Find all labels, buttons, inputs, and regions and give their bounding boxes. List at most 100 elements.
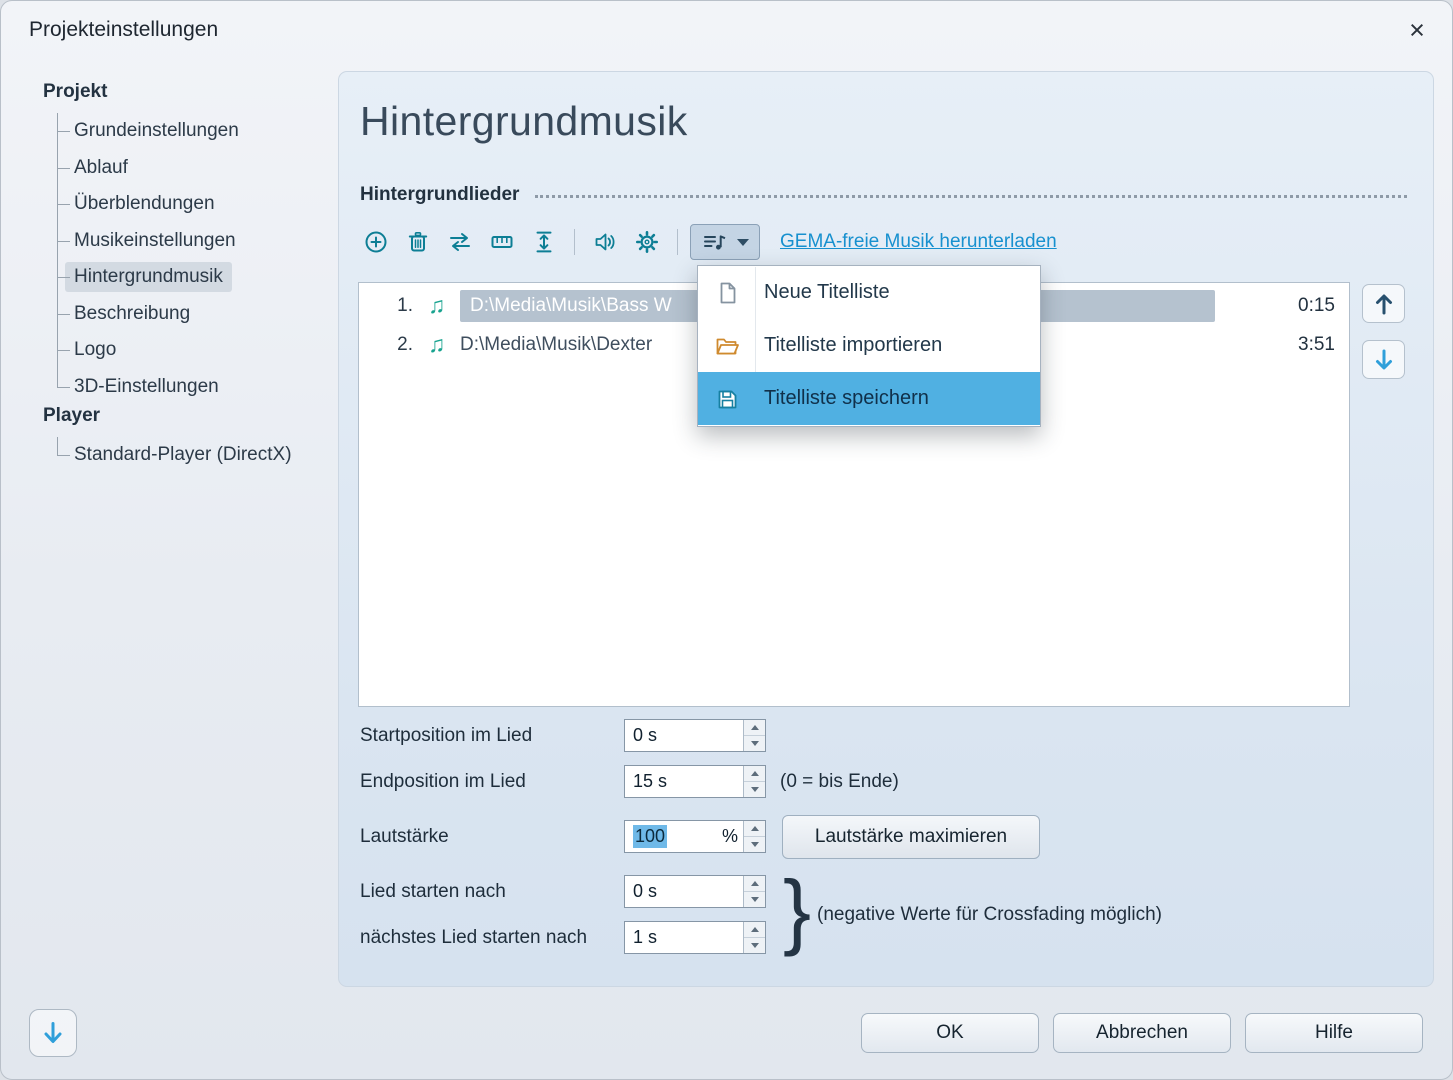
music-note-icon: ♫ xyxy=(428,331,454,358)
close-icon[interactable]: × xyxy=(1400,13,1434,47)
spinner-arrows[interactable] xyxy=(743,876,765,907)
fit-height-button[interactable] xyxy=(526,224,562,260)
spinner-value: 0 s xyxy=(625,876,743,907)
cancel-button[interactable]: Abbrechen xyxy=(1053,1013,1231,1053)
titellist-icon xyxy=(701,229,728,255)
spinner-value: 15 s xyxy=(625,766,743,797)
spin-down-icon[interactable] xyxy=(744,937,765,953)
spin-up-icon[interactable] xyxy=(744,821,765,836)
playlist-toolbar: GEMA-freie Musik herunterladen xyxy=(358,222,1057,262)
selected-value: 100 xyxy=(633,825,667,848)
spin-up-icon[interactable] xyxy=(744,922,765,937)
nav-down-button[interactable] xyxy=(29,1009,77,1057)
song-duration: 3:51 xyxy=(1279,334,1335,356)
help-button[interactable]: Hilfe xyxy=(1245,1013,1423,1053)
settings-icon xyxy=(634,229,660,255)
delete-button[interactable] xyxy=(400,224,436,260)
form-row-endposition: Endposition im Lied 15 s (0 = bis Ende) xyxy=(360,765,1360,799)
menu-item-titelliste-importieren[interactable]: Titelliste importieren xyxy=(698,319,1040,372)
spinner-value: 0 s xyxy=(625,720,743,751)
sidebar-item-3d-einstellungen[interactable]: 3D-Einstellungen xyxy=(57,369,319,406)
startposition-spinner[interactable]: 0 s xyxy=(624,719,766,752)
spin-up-icon[interactable] xyxy=(744,766,765,781)
arrow-down-icon xyxy=(42,1020,64,1046)
settings-button[interactable] xyxy=(629,224,665,260)
project-settings-dialog: Projekteinstellungen × Projekt Grundeins… xyxy=(0,0,1453,1080)
gema-music-link[interactable]: GEMA-freie Musik herunterladen xyxy=(780,231,1057,253)
row-index: 2. xyxy=(389,334,413,356)
toolbar-separator xyxy=(677,229,678,255)
toolbar-separator xyxy=(574,229,575,255)
endposition-note: (0 = bis Ende) xyxy=(780,771,899,793)
lied-starten-spinner[interactable]: 0 s xyxy=(624,875,766,908)
window-title: Projekteinstellungen xyxy=(29,18,218,42)
sidebar-item-hintergrundmusik[interactable]: Hintergrundmusik xyxy=(57,259,319,296)
spin-down-icon[interactable] xyxy=(744,836,765,852)
naechstes-lied-label: nächstes Lied starten nach xyxy=(360,927,587,949)
crossfade-note: (negative Werte für Crossfading möglich) xyxy=(817,904,1162,926)
spinner-value: 1 s xyxy=(625,922,743,953)
menu-item-titelliste-speichern[interactable]: Titelliste speichern xyxy=(698,372,1040,425)
naechstes-lied-spinner[interactable]: 1 s xyxy=(624,921,766,954)
keyboard-icon xyxy=(489,229,515,255)
spin-up-icon[interactable] xyxy=(744,876,765,891)
spin-down-icon[interactable] xyxy=(744,735,765,751)
ok-button[interactable]: OK xyxy=(861,1013,1039,1053)
add-button[interactable] xyxy=(358,224,394,260)
titellist-menu: Neue Titelliste Titelliste importieren xyxy=(697,265,1041,427)
spin-down-icon[interactable] xyxy=(744,781,765,797)
spinner-arrows[interactable] xyxy=(743,766,765,797)
section-label: Hintergrundlieder xyxy=(360,184,519,206)
sidebar-group-projekt: Projekt xyxy=(43,81,107,103)
sidebar-tree-player: Standard-Player (DirectX) xyxy=(57,437,319,474)
new-file-icon xyxy=(698,280,756,306)
startposition-label: Startposition im Lied xyxy=(360,725,532,747)
titellist-dropdown-button[interactable] xyxy=(690,224,760,260)
move-down-button[interactable] xyxy=(1362,340,1405,379)
spinner-value: 100 % xyxy=(625,821,743,852)
spinner-arrows[interactable] xyxy=(743,821,765,852)
sidebar-item-musikeinstellungen[interactable]: Musikeinstellungen xyxy=(57,223,319,260)
dotted-divider xyxy=(535,195,1407,198)
form-row-startposition: Startposition im Lied 0 s xyxy=(360,719,1360,753)
arrow-down-icon xyxy=(1374,348,1394,372)
lautstaerke-spinner[interactable]: 100 % xyxy=(624,820,766,853)
settings-panel: Hintergrundmusik Hintergrundlieder xyxy=(338,71,1434,987)
endposition-spinner[interactable]: 15 s xyxy=(624,765,766,798)
endposition-label: Endposition im Lied xyxy=(360,771,526,793)
page-title: Hintergrundmusik xyxy=(360,98,688,145)
spin-down-icon[interactable] xyxy=(744,891,765,907)
sidebar-item-ablauf[interactable]: Ablauf xyxy=(57,150,319,187)
spinner-arrows[interactable] xyxy=(743,720,765,751)
sidebar-item-ueberblendungen[interactable]: Überblendungen xyxy=(57,186,319,223)
unit-label: % xyxy=(722,826,743,847)
sidebar-group-player: Player xyxy=(43,405,100,427)
sidebar-item-logo[interactable]: Logo xyxy=(57,332,319,369)
swap-button[interactable] xyxy=(442,224,478,260)
sidebar-item-grundeinstellungen[interactable]: Grundeinstellungen xyxy=(57,113,319,150)
menu-item-label: Titelliste speichern xyxy=(764,387,929,410)
sidebar-tree-projekt: Grundeinstellungen Ablauf Überblendungen… xyxy=(57,113,319,405)
music-note-icon: ♫ xyxy=(428,292,454,319)
dropdown-caret-icon xyxy=(737,239,749,246)
save-icon xyxy=(698,386,756,412)
swap-icon xyxy=(446,229,474,255)
spinner-arrows[interactable] xyxy=(743,922,765,953)
add-icon xyxy=(363,229,389,255)
menu-item-neue-titelliste[interactable]: Neue Titelliste xyxy=(698,266,1040,319)
form-row-naechstes-lied: nächstes Lied starten nach 1 s xyxy=(360,921,1360,955)
sidebar-item-beschreibung[interactable]: Beschreibung xyxy=(57,296,319,333)
crossfade-brace: } xyxy=(783,868,811,952)
row-index: 1. xyxy=(389,295,413,317)
lied-starten-label: Lied starten nach xyxy=(360,881,506,903)
sidebar-item-standard-player[interactable]: Standard-Player (DirectX) xyxy=(57,437,319,474)
volume-button[interactable] xyxy=(587,224,623,260)
import-icon xyxy=(698,333,756,359)
menu-item-label: Neue Titelliste xyxy=(764,281,890,304)
move-up-button[interactable] xyxy=(1362,284,1405,323)
maximize-volume-button[interactable]: Lautstärke maximieren xyxy=(782,815,1040,859)
section-header: Hintergrundlieder xyxy=(360,184,1407,206)
arrow-up-icon xyxy=(1374,292,1394,316)
keyboard-button[interactable] xyxy=(484,224,520,260)
spin-up-icon[interactable] xyxy=(744,720,765,735)
